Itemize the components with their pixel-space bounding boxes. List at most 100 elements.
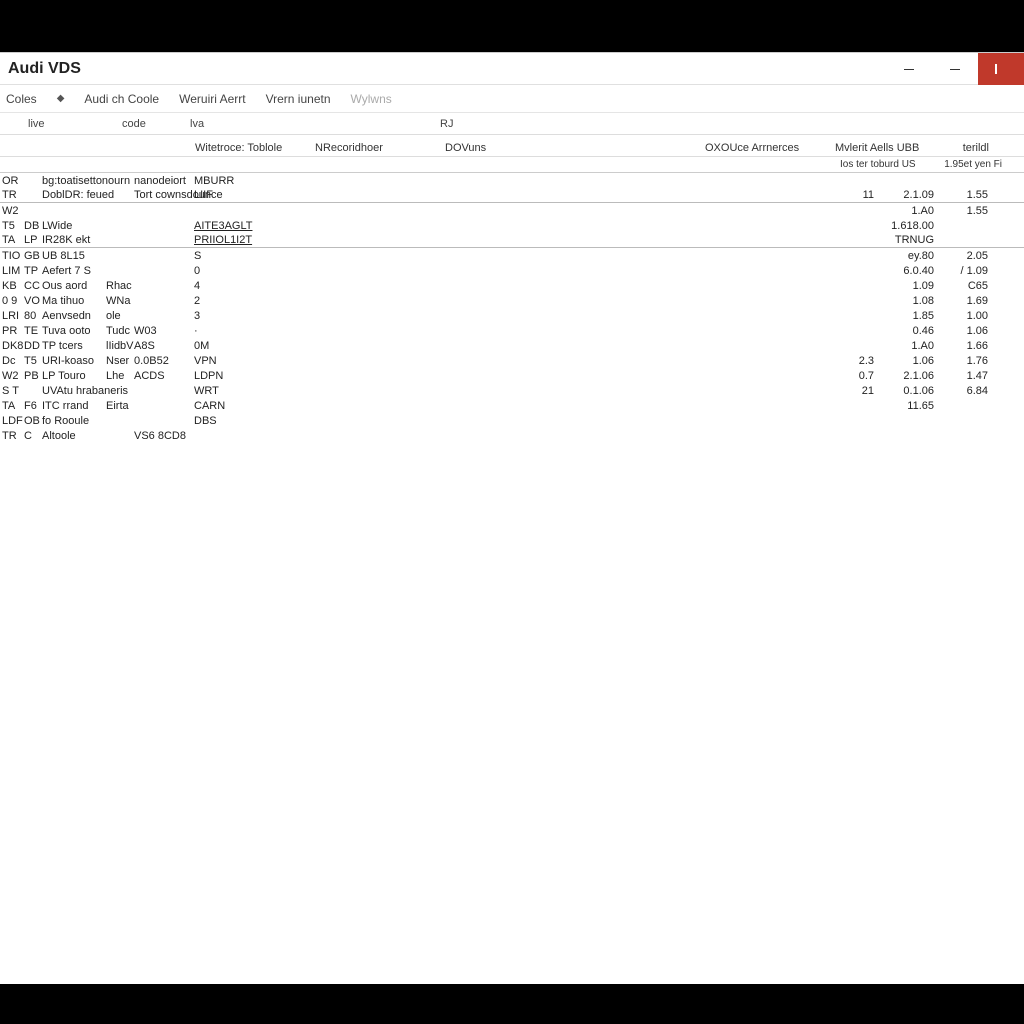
subcol-arrnerces[interactable]: OXOUce Arrnerces xyxy=(705,142,835,154)
cell: 0 9 xyxy=(0,295,24,307)
cell: 1.55 xyxy=(934,205,994,217)
cell: 2 xyxy=(194,295,834,307)
column-header-row: live code lva RJ xyxy=(0,113,1024,135)
cell: TA xyxy=(0,234,24,246)
cell: C xyxy=(24,430,42,442)
cell: 11 xyxy=(834,189,874,201)
cell: Aenvsedn xyxy=(42,310,106,322)
menu-weruiri[interactable]: Weruiri Aerrt xyxy=(179,92,245,106)
cell: C65 xyxy=(934,280,994,292)
cell: 1.08 xyxy=(874,295,934,307)
table-row[interactable]: TAF6ITC rrandEirtaCARN11.65 xyxy=(0,398,1024,413)
cell: VS6 8CD8 xyxy=(134,430,194,442)
dropdown-icon[interactable]: ◆ xyxy=(57,93,65,104)
table-row[interactable]: DcT5URI-koasoNser0.0B52VPN2.31.061.76 xyxy=(0,353,1024,368)
cell: 1.85 xyxy=(874,310,934,322)
cell: Ma tihuo xyxy=(42,295,106,307)
table-row[interactable]: 0 9VOMa tihuoWNa21.081.69 xyxy=(0,293,1024,308)
subcol-aells[interactable]: Mvlerit Aells UBB xyxy=(835,142,929,154)
data-grid: ORbg:toatisettonournnanodeiortMBURRTRDob… xyxy=(0,173,1024,984)
subcol-toblole[interactable]: Witetroce: Toblole xyxy=(195,142,315,154)
table-row[interactable]: S T UVAtu hrabaneris WRT210.1.066.84 xyxy=(0,383,1024,398)
cell: Ous aord xyxy=(42,280,106,292)
subcol-dovuns[interactable]: DOVuns xyxy=(445,142,705,154)
cell: WRT xyxy=(194,385,834,397)
close-button[interactable] xyxy=(978,53,1024,85)
cell: LDPN xyxy=(194,370,834,382)
cell: 0M xyxy=(194,340,834,352)
cell: 2.05 xyxy=(934,250,994,262)
cell: Tort cownsdounce xyxy=(134,189,194,201)
cell: bg:toatisettonourn xyxy=(42,175,106,187)
cell: fo Rooule xyxy=(42,415,106,427)
col-lva[interactable]: lva xyxy=(190,118,440,130)
cell: AITE3AGLT xyxy=(194,220,834,232)
cell: 2.3 xyxy=(834,355,874,367)
cell: W2 xyxy=(0,370,24,382)
table-row[interactable]: LRI80Aenvsednole31.851.00 xyxy=(0,308,1024,323)
table-row[interactable]: DK8DDTP tcerslIidbVA8S0M1.A01.66 xyxy=(0,338,1024,353)
table-row[interactable]: W21.A01.55 xyxy=(0,203,1024,218)
cell: VPN xyxy=(194,355,834,367)
cell: DBS xyxy=(194,415,834,427)
cell: UVAtu hrabaneris xyxy=(42,385,106,397)
cell: OR xyxy=(0,175,24,187)
cell: T5 xyxy=(0,220,24,232)
col-live[interactable]: live xyxy=(28,118,122,130)
cell: 6.0.40 xyxy=(874,265,934,277)
cell: VO xyxy=(24,295,42,307)
maximize-button[interactable] xyxy=(932,53,978,85)
subcol-terildl[interactable]: terildl xyxy=(929,142,989,154)
cell: Nser xyxy=(106,355,134,367)
subcol-recordhoer[interactable]: NRecoridhoer xyxy=(315,142,445,154)
table-row[interactable]: PRTETuva ootoTudcW03·0.461.06 xyxy=(0,323,1024,338)
cell: / 1.09 xyxy=(934,265,994,277)
menu-audi-coole[interactable]: Audi ch Coole xyxy=(84,92,159,106)
table-row[interactable]: KBCCOus aordRhac41.09C65 xyxy=(0,278,1024,293)
cell: 2.1.09 xyxy=(874,189,934,201)
table-row[interactable]: LDFOBfo RoouleDBS xyxy=(0,413,1024,428)
menu-vrern[interactable]: Vrern iunetn xyxy=(266,92,331,106)
cell: 0.7 xyxy=(834,370,874,382)
cell: UB 8L15 xyxy=(42,250,106,262)
menu-wylwns[interactable]: Wylwns xyxy=(351,92,392,106)
cell: 21 xyxy=(834,385,874,397)
cell: TR xyxy=(0,189,24,201)
cell: TRNUG xyxy=(874,234,934,246)
col-rj[interactable]: RJ xyxy=(440,118,453,130)
cell: S T xyxy=(0,385,24,397)
cell: WNa xyxy=(106,295,134,307)
sub-header-row-2: Ios ter toburd US 1.95et yen Fi xyxy=(0,157,1024,173)
cell: ey.80 xyxy=(874,250,934,262)
menu-coles[interactable]: Coles xyxy=(6,92,37,106)
minimize-button[interactable] xyxy=(886,53,932,85)
cell: KB xyxy=(0,280,24,292)
cell: Altoole xyxy=(42,430,106,442)
table-row[interactable]: TRDoblDR: feuedTort cownsdounceLIIF112.1… xyxy=(0,188,1024,203)
table-row[interactable]: TALPIR28K ektPRIIOL1I2TTRNUG xyxy=(0,233,1024,248)
cell: 6.84 xyxy=(934,385,994,397)
cell: Tuva ooto xyxy=(42,325,106,337)
table-row[interactable]: T5DBLWideAITE3AGLT1.618.00 xyxy=(0,218,1024,233)
cell: S xyxy=(194,250,834,262)
table-row[interactable]: W2PBLP TouroLheACDSLDPN0.72.1.061.47 xyxy=(0,368,1024,383)
cell: TA xyxy=(0,400,24,412)
cell: OB xyxy=(24,415,42,427)
table-row[interactable]: ORbg:toatisettonournnanodeiortMBURR xyxy=(0,173,1024,188)
cell: LIM xyxy=(0,265,24,277)
table-row[interactable]: TIOGBUB 8L15Sey.802.05 xyxy=(0,248,1024,263)
cell: T5 xyxy=(24,355,42,367)
cell: PRIIOL1I2T xyxy=(194,234,834,246)
table-row[interactable]: TRCAltooleVS6 8CD8 xyxy=(0,428,1024,443)
cell: A8S xyxy=(134,340,194,352)
cell: 1.76 xyxy=(934,355,994,367)
subcol2-a: Ios ter toburd US xyxy=(840,159,930,170)
cell: LRI xyxy=(0,310,24,322)
cell: DB xyxy=(24,220,42,232)
cell: TP tcers xyxy=(42,340,106,352)
cell: 0.1.06 xyxy=(874,385,934,397)
cell: 1.06 xyxy=(874,355,934,367)
col-code[interactable]: code xyxy=(122,118,190,130)
table-row[interactable]: LIMTPAefert 7 S06.0.40/ 1.09 xyxy=(0,263,1024,278)
cell: 1.09 xyxy=(874,280,934,292)
